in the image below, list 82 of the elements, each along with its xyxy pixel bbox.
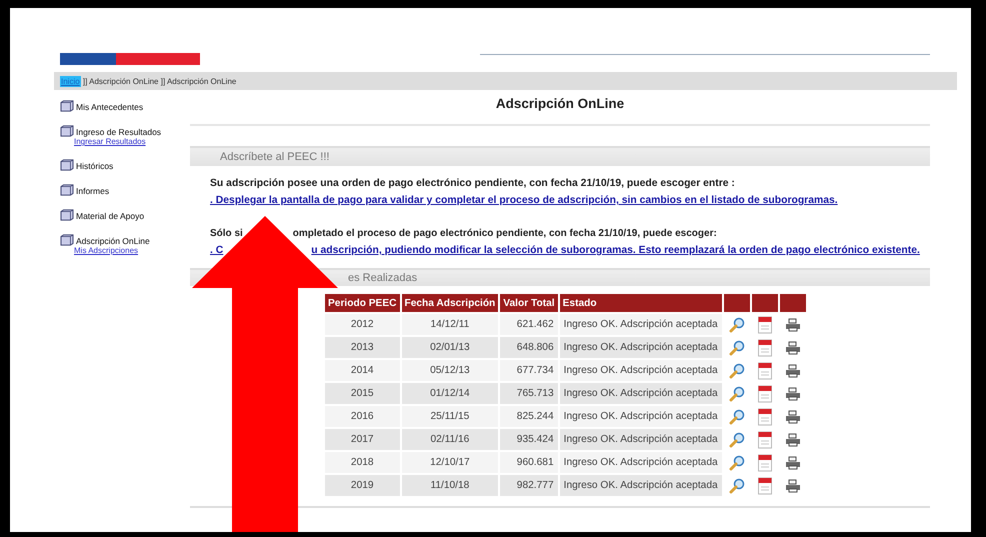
- sidebar-item[interactable]: Ingreso de Resultados: [76, 127, 162, 137]
- table-cell: 2018: [325, 452, 400, 473]
- section-header: Adscríbete al PEEC !!!: [190, 146, 930, 166]
- option-link[interactable]: u adscripción, pudiendo modificar la selección de suborogramas. Esto reemplazará la orden de pago electrónico existente.: [311, 245, 920, 256]
- table-cell: 2013: [325, 337, 400, 358]
- breadcrumb-item: ]] Adscripción OnLine: [82, 76, 159, 86]
- option-link[interactable]: . C: [210, 245, 224, 256]
- printer-icon[interactable]: [784, 410, 801, 424]
- table-cell: 12/10/17: [402, 452, 498, 473]
- notice-text: Sólo si: [210, 228, 243, 239]
- search-icon[interactable]: [728, 432, 745, 448]
- sidebar-item[interactable]: Adscripción OnLine: [76, 236, 150, 246]
- calendar-icon[interactable]: [758, 454, 772, 472]
- notice-text: ompletado el proceso de pago electrónico pendiente, con fecha 21/10/19, puede escoger:: [292, 228, 717, 239]
- table-cell: 01/12/14: [402, 383, 498, 404]
- column-header: Estado: [560, 294, 722, 312]
- section-header: es Realizadas: [348, 272, 418, 284]
- search-icon[interactable]: [728, 478, 745, 494]
- table-cell: 05/12/13: [402, 360, 498, 381]
- table-cell: 2014: [325, 360, 400, 381]
- column-header: [752, 294, 778, 312]
- table-cell: 825.244: [500, 406, 558, 427]
- search-icon[interactable]: [728, 316, 745, 332]
- printer-icon[interactable]: [784, 340, 801, 354]
- search-icon[interactable]: [728, 386, 745, 402]
- calendar-icon[interactable]: [758, 408, 772, 426]
- sidebar-item[interactable]: Material de Apoyo: [76, 211, 144, 221]
- calendar-icon[interactable]: [758, 316, 772, 334]
- sidebar-link[interactable]: Mis Adscripciones: [74, 246, 190, 255]
- calendar-icon[interactable]: [758, 362, 772, 380]
- search-icon[interactable]: [728, 340, 745, 356]
- table-cell: Ingreso OK. Adscripción aceptada: [560, 406, 722, 427]
- calendar-icon[interactable]: [758, 338, 772, 356]
- table-cell: 982.777: [500, 475, 558, 496]
- table-cell: 11/10/18: [402, 475, 498, 496]
- table-cell: 02/11/16: [402, 429, 498, 450]
- calendar-icon[interactable]: [758, 384, 772, 402]
- search-icon[interactable]: [728, 454, 745, 470]
- sidebar-item[interactable]: Mis Antecedentes: [76, 102, 144, 112]
- printer-icon[interactable]: [784, 386, 801, 400]
- table-cell: 2017: [325, 429, 400, 450]
- column-header: Periodo PEEC: [325, 294, 400, 312]
- printer-icon[interactable]: [784, 364, 801, 378]
- table-cell: 621.462: [500, 314, 558, 335]
- search-icon[interactable]: [728, 408, 745, 424]
- printer-icon[interactable]: [784, 318, 801, 332]
- table-cell: 2012: [325, 314, 400, 335]
- notice-text: Su adscripción posee una orden de pago electrónico pendiente, con fecha 21/10/19, puede escoger entre :: [210, 178, 735, 189]
- table-cell: Ingreso OK. Adscripción aceptada: [560, 360, 722, 381]
- table-cell: Ingreso OK. Adscripción aceptada: [560, 337, 722, 358]
- table-cell: 2015: [325, 383, 400, 404]
- table-cell: 935.424: [500, 429, 558, 450]
- table-cell: Ingreso OK. Adscripción aceptada: [560, 383, 722, 404]
- sidebar-item[interactable]: Históricos: [76, 161, 114, 171]
- option-link[interactable]: . Desplegar la pantalla de pago para validar y completar el proceso de adscripción, sin cambios en el listado de suborogramas.: [210, 195, 838, 206]
- printer-icon[interactable]: [784, 478, 801, 492]
- table-cell: 648.806: [500, 337, 558, 358]
- table-cell: Ingreso OK. Adscripción aceptada: [560, 429, 722, 450]
- table-cell: 677.734: [500, 360, 558, 381]
- column-header: [780, 294, 806, 312]
- table-cell: 765.713: [500, 383, 558, 404]
- table-cell: Ingreso OK. Adscripción aceptada: [560, 475, 722, 496]
- column-header: Valor Total: [500, 294, 558, 312]
- table-cell: Ingreso OK. Adscripción aceptada: [560, 314, 722, 335]
- page-title: Adscripción OnLine: [190, 90, 930, 126]
- column-header: Fecha Adscripción: [402, 294, 498, 312]
- table-cell: 2019: [325, 475, 400, 496]
- search-icon[interactable]: [728, 362, 745, 378]
- calendar-icon[interactable]: [758, 430, 772, 448]
- table-cell: 25/11/15: [402, 406, 498, 427]
- sidebar-link[interactable]: Ingresar Resultados: [74, 137, 190, 146]
- table-cell: 960.681: [500, 452, 558, 473]
- table-cell: 02/01/13: [402, 337, 498, 358]
- table-cell: 14/12/11: [402, 314, 498, 335]
- sidebar-item[interactable]: Informes: [76, 186, 110, 196]
- table-cell: 2016: [325, 406, 400, 427]
- printer-icon[interactable]: [784, 432, 801, 446]
- table-cell: Ingreso OK. Adscripción aceptada: [560, 452, 722, 473]
- printer-icon[interactable]: [784, 456, 801, 470]
- calendar-icon[interactable]: [758, 476, 772, 494]
- column-header: [724, 294, 750, 312]
- breadcrumb-item: ]] Adscripción OnLine: [160, 76, 236, 86]
